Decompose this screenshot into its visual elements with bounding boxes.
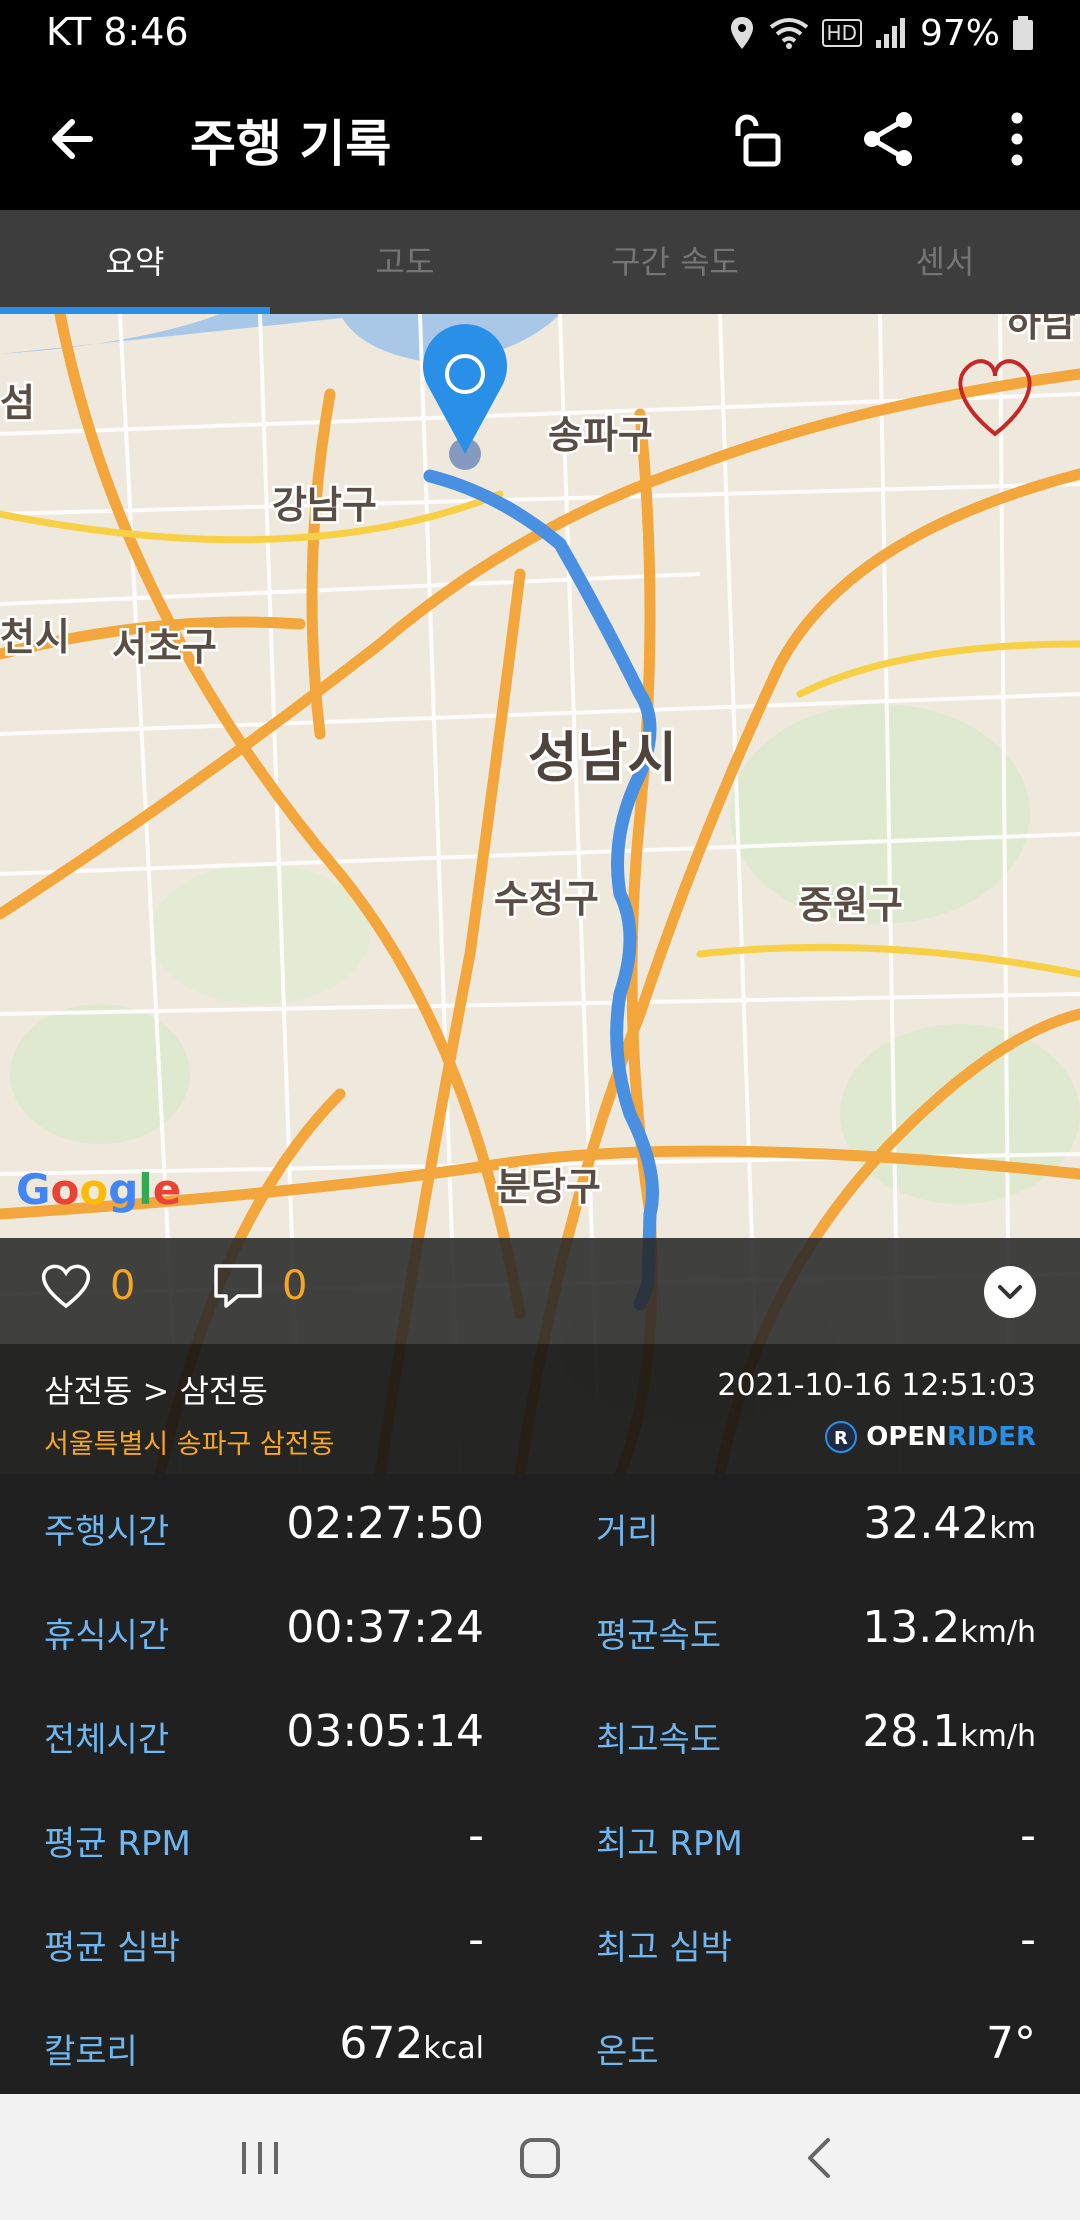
map-label-bundang: 분당구 [496, 1165, 601, 1209]
stat-row: 평균 RPM - 최고 RPM - [0, 1786, 1080, 1890]
map-label-seocho: 서초구 [112, 625, 217, 669]
stat-label: 최고속도 [596, 1720, 722, 1760]
more-vertical-icon[interactable] [984, 106, 1050, 172]
status-bar: KT 8:46 HD 97% [0, 0, 1080, 66]
stat-value: - [468, 1810, 484, 1861]
battery-icon [1013, 16, 1033, 50]
stat-row: 주행시간 02:27:50 거리 32.42km [0, 1474, 1080, 1578]
stat-label: 평균 심박 [44, 1928, 180, 1968]
social-bar: 0 0 [0, 1238, 1080, 1344]
stat-value: 13.2km/h [862, 1602, 1036, 1653]
collapse-button[interactable] [984, 1266, 1036, 1318]
heart-outline-icon [41, 1264, 91, 1309]
stats-panel: 주행시간 02:27:50 거리 32.42km 휴식시간 00:37:24 평… [0, 1474, 1080, 2094]
like-button[interactable]: 0 [40, 1262, 135, 1310]
system-nav-bar [0, 2094, 1080, 2220]
page-title: 주행 기록 [190, 115, 392, 173]
stat-value: 03:05:14 [286, 1706, 484, 1757]
stat-label: 거리 [596, 1512, 659, 1552]
stat-row: 평균 심박 - 최고 심박 - [0, 1890, 1080, 1994]
route-address: 서울특별시 송파구 삼전동 [44, 1429, 335, 1460]
openrider-logo: R OPEN RIDER [824, 1420, 1036, 1454]
route-name: 삼전동 > 삼전동 [44, 1372, 268, 1410]
tab-bar: 요약 고도 구간 속도 센서 [0, 210, 1080, 314]
battery-percent: 97% [919, 12, 1000, 54]
stat-label: 평균 RPM [44, 1824, 191, 1864]
stat-value: - [1020, 1810, 1036, 1861]
tab-segment-speed[interactable]: 구간 속도 [540, 210, 810, 314]
tab-sensor[interactable]: 센서 [810, 210, 1080, 314]
status-time: KT 8:46 [46, 10, 189, 54]
map-label-edge-left-mid: 천시 [0, 615, 70, 659]
map-label-gangnam: 강남구 [272, 483, 377, 527]
signal-icon [875, 18, 905, 48]
stat-label: 전체시간 [44, 1720, 170, 1760]
google-logo: Google [16, 1165, 181, 1214]
stat-label: 칼로리 [44, 2032, 138, 2072]
stat-label: 최고 심박 [596, 1928, 732, 1968]
recent-apps-icon[interactable] [232, 2130, 288, 2186]
start-marker-icon[interactable] [423, 324, 507, 470]
wifi-icon [769, 18, 808, 49]
map-label-songpa: 송파구 [548, 413, 653, 457]
tab-summary[interactable]: 요약 [0, 210, 270, 314]
stat-label: 휴식시간 [44, 1616, 170, 1656]
arrow-left-icon[interactable] [40, 106, 106, 172]
stat-value: - [468, 1914, 484, 1965]
map-label-jungwon: 중원구 [798, 883, 903, 927]
map-label-edge-left-top: 섬 [0, 381, 35, 425]
comment-icon [214, 1264, 262, 1308]
map-label-seongnam: 성남시 [528, 726, 677, 789]
share-icon[interactable] [856, 106, 922, 172]
back-icon[interactable] [792, 2130, 848, 2186]
stat-label: 온도 [596, 2032, 659, 2072]
map-label-sujeong: 수정구 [494, 877, 599, 921]
stat-value: 7° [986, 2018, 1036, 2069]
unlock-icon[interactable] [728, 106, 794, 172]
brand-rider: RIDER [946, 1422, 1036, 1452]
tab-elevation[interactable]: 고도 [270, 210, 540, 314]
brand-open: OPEN [866, 1422, 947, 1452]
location-icon [730, 17, 753, 49]
openrider-badge-icon: R [825, 1421, 858, 1453]
stat-row: 휴식시간 00:37:24 평균속도 13.2km/h [0, 1578, 1080, 1682]
stat-value: 672kcal [339, 2018, 484, 2069]
comment-button[interactable]: 0 [212, 1262, 307, 1310]
stat-label: 최고 RPM [596, 1824, 743, 1864]
status-icons: HD 97% [728, 10, 1034, 56]
svg-text:R: R [834, 1428, 848, 1449]
stat-row: 칼로리 672kcal 온도 7° [0, 1994, 1080, 2098]
comment-count: 0 [282, 1263, 308, 1309]
home-icon[interactable] [512, 2130, 568, 2186]
stat-value: 00:37:24 [286, 1602, 484, 1653]
stat-label: 평균속도 [596, 1616, 722, 1656]
chevron-down-icon [998, 1285, 1022, 1299]
map-label-edge-right-top: 하남 [1006, 314, 1076, 345]
app-bar: 주행 기록 [0, 66, 1080, 210]
route-info: 삼전동 > 삼전동 서울특별시 송파구 삼전동 2021-10-16 12:51… [0, 1344, 1080, 1474]
stat-value: 28.1km/h [862, 1706, 1036, 1757]
stat-value: 02:27:50 [286, 1498, 484, 1549]
like-count: 0 [110, 1263, 136, 1309]
stat-value: - [1020, 1914, 1036, 1965]
ride-datetime: 2021-10-16 12:51:03 [717, 1368, 1036, 1403]
hd-badge: HD [821, 19, 862, 47]
stat-row: 전체시간 03:05:14 최고속도 28.1km/h [0, 1682, 1080, 1786]
stat-label: 주행시간 [44, 1512, 170, 1552]
stat-value: 32.42km [863, 1498, 1036, 1549]
